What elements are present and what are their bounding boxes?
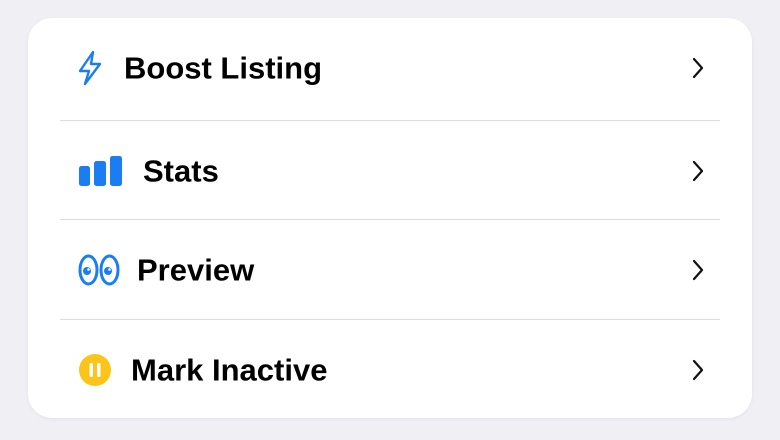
chevron-right-icon — [692, 259, 704, 281]
chevron-right-icon — [692, 160, 704, 182]
actions-menu-card: Boost Listing Stats Preview Mark Inactiv… — [28, 18, 752, 418]
preview-row[interactable]: Preview — [28, 220, 752, 320]
bar-chart-icon — [79, 156, 122, 186]
preview-label: Preview — [137, 252, 255, 288]
chevron-right-icon — [692, 359, 704, 381]
boost-listing-row[interactable]: Boost Listing — [28, 18, 752, 118]
mark-inactive-row[interactable]: Mark Inactive — [28, 320, 752, 420]
stats-row[interactable]: Stats — [28, 121, 752, 221]
mark-inactive-label: Mark Inactive — [131, 352, 328, 388]
lightning-bolt-icon — [78, 50, 102, 86]
boost-listing-label: Boost Listing — [124, 50, 323, 86]
stats-label: Stats — [143, 153, 219, 189]
eyes-icon — [78, 254, 120, 286]
chevron-right-icon — [692, 57, 704, 79]
pause-circle-icon — [79, 354, 111, 386]
